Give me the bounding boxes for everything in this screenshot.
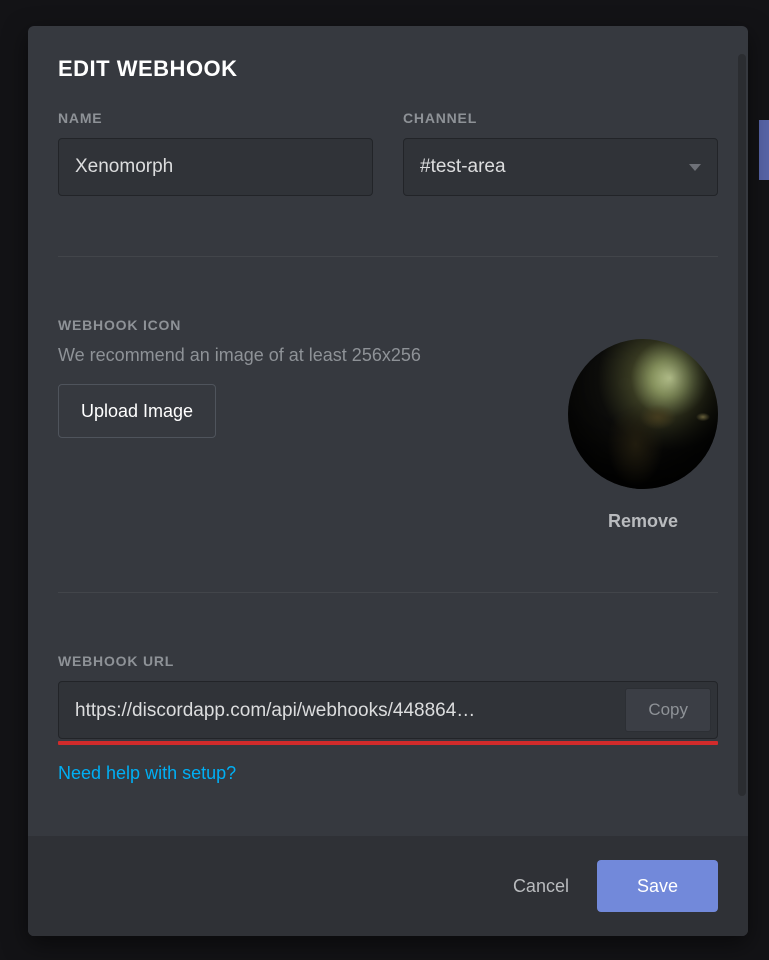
channel-select-value: #test-area: [420, 156, 506, 178]
webhook-url-section: WEBHOOK URL https://discordapp.com/api/w…: [58, 593, 718, 784]
app-background: EDIT WEBHOOK NAME CHANNEL #test-area: [0, 0, 769, 960]
background-accent-strip: [759, 120, 769, 180]
webhook-url-value[interactable]: https://discordapp.com/api/webhooks/4488…: [59, 682, 625, 738]
modal-footer: Cancel Save: [28, 836, 748, 936]
icon-controls: WEBHOOK ICON We recommend an image of at…: [58, 317, 548, 532]
edit-webhook-modal: EDIT WEBHOOK NAME CHANNEL #test-area: [28, 26, 748, 936]
modal-title: EDIT WEBHOOK: [58, 56, 718, 82]
chevron-down-icon: [689, 164, 701, 171]
help-link[interactable]: Need help with setup?: [58, 763, 236, 784]
url-label: WEBHOOK URL: [58, 653, 718, 669]
icon-label: WEBHOOK ICON: [58, 317, 548, 333]
channel-field-group: CHANNEL #test-area: [403, 110, 718, 196]
name-label: NAME: [58, 110, 373, 126]
url-row: https://discordapp.com/api/webhooks/4488…: [58, 681, 718, 739]
name-channel-row: NAME CHANNEL #test-area: [58, 110, 718, 196]
save-button[interactable]: Save: [597, 860, 718, 912]
channel-select[interactable]: #test-area: [403, 138, 718, 196]
name-input[interactable]: [58, 138, 373, 196]
name-field-group: NAME: [58, 110, 373, 196]
scrollbar-thumb[interactable]: [738, 54, 746, 796]
icon-preview-column: Remove: [568, 339, 718, 532]
remove-icon-button[interactable]: Remove: [608, 511, 678, 532]
cancel-button[interactable]: Cancel: [513, 876, 569, 897]
modal-body: EDIT WEBHOOK NAME CHANNEL #test-area: [28, 26, 748, 836]
webhook-icon-section: WEBHOOK ICON We recommend an image of at…: [58, 257, 718, 592]
channel-label: CHANNEL: [403, 110, 718, 126]
webhook-avatar[interactable]: [568, 339, 718, 489]
copy-button[interactable]: Copy: [625, 688, 711, 732]
annotation-underline: [58, 741, 718, 745]
modal-scrollbar[interactable]: [738, 54, 746, 796]
icon-hint: We recommend an image of at least 256x25…: [58, 345, 548, 366]
upload-image-button[interactable]: Upload Image: [58, 384, 216, 438]
